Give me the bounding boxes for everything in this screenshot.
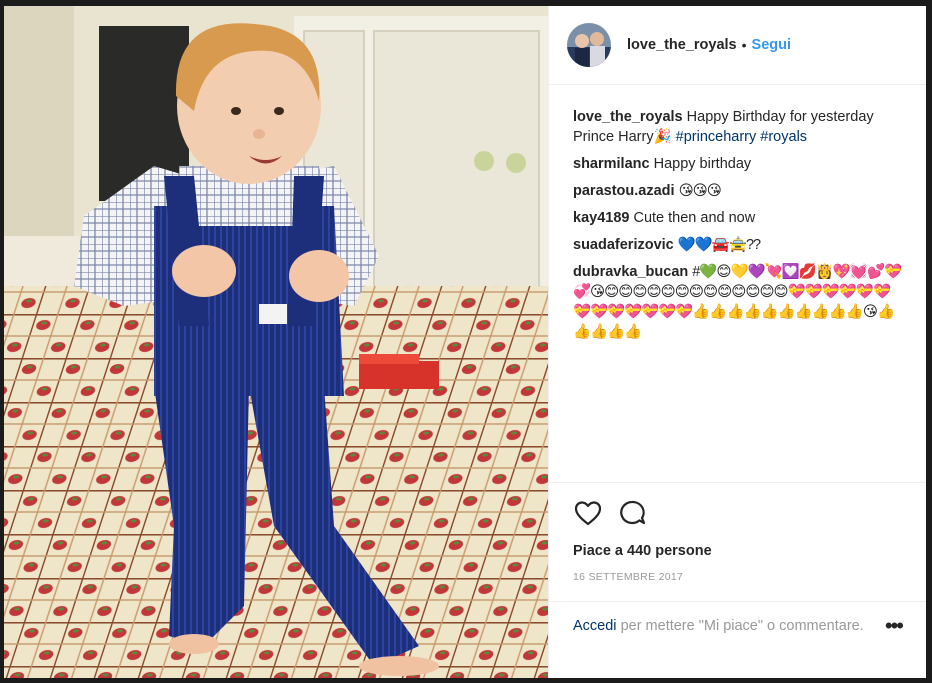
comments-list: love_the_royals Happy Birthday for yeste… (549, 85, 926, 482)
comment-username[interactable]: dubravka_bucan (573, 264, 688, 280)
comment-username[interactable]: suadaferizovic (573, 237, 674, 253)
heart-icon[interactable] (573, 498, 603, 528)
post-sidebar: love_the_royals • Segui love_the_royals … (548, 6, 926, 678)
follow-button[interactable]: Segui (752, 37, 791, 53)
more-options-icon[interactable]: ••• (885, 615, 904, 637)
caption: love_the_royals Happy Birthday for yeste… (573, 107, 902, 147)
separator-dot: • (741, 37, 747, 53)
username-link[interactable]: love_the_royals (627, 37, 737, 53)
post-date: 16 SETTEMBRE 2017 (573, 571, 684, 583)
post-header: love_the_royals • Segui (549, 6, 926, 85)
comment-item: dubravka_bucan #💚😊💛💜💘💟💋👸💖💓💕💝💞😘😊😊😊😊😊😊😊😊😊😊… (573, 262, 902, 342)
hashtags[interactable]: #princeharry #royals (676, 129, 807, 145)
comment-text: Cute then and now (633, 210, 756, 226)
post-photo[interactable] (4, 6, 548, 678)
comment-username[interactable]: kay4189 (573, 210, 629, 226)
comment-item: parastou.azadi 😘😘😘 (573, 181, 902, 201)
comment-text: 💙💙🚘🚖?? (677, 237, 761, 253)
comment-username[interactable]: love_the_royals (573, 109, 683, 125)
login-prompt: Accedi per mettere "Mi piace" o commenta… (549, 601, 926, 678)
comment-text: Happy birthday (653, 156, 752, 172)
login-prompt-text: per mettere "Mi piace" o commentare. (620, 618, 864, 634)
instagram-post: love_the_royals • Segui love_the_royals … (4, 6, 926, 678)
comment-username[interactable]: parastou.azadi (573, 183, 675, 199)
comment-item: kay4189 Cute then and now (573, 208, 902, 228)
comment-username[interactable]: sharmilanc (573, 156, 650, 172)
comment-item: sharmilanc Happy birthday (573, 154, 902, 174)
comment-item: suadaferizovic 💙💙🚘🚖?? (573, 235, 902, 255)
comment-icon[interactable] (617, 498, 647, 528)
likes-count[interactable]: Piace a 440 persone (549, 543, 926, 567)
avatar[interactable] (567, 23, 611, 67)
action-bar (549, 482, 926, 543)
avatar-image (567, 23, 611, 67)
comment-text: 😘😘😘 (678, 183, 722, 199)
login-link[interactable]: Accedi (573, 618, 617, 634)
photo-image (4, 6, 548, 678)
